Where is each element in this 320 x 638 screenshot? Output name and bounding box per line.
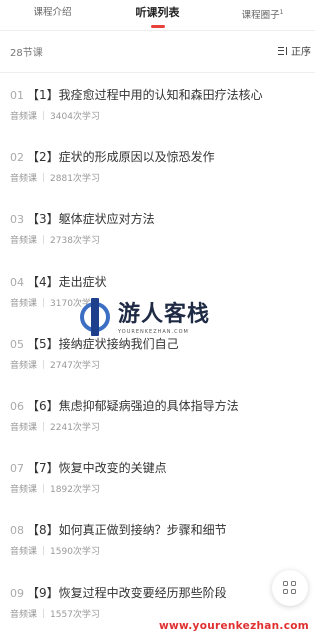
divider <box>43 359 45 369</box>
lesson-title: 03 【3】躯体症状应对方法 <box>10 210 155 227</box>
lesson-number: 08 <box>10 524 24 538</box>
tab-badge: 1 <box>279 8 284 16</box>
lesson-type: 音频课 <box>10 360 38 371</box>
tab-lesson-list[interactable]: 听课列表 <box>105 0 210 31</box>
lesson-type: 音频课 <box>10 547 38 558</box>
divider <box>43 173 45 183</box>
lesson-number: 07 <box>10 462 24 476</box>
lesson-title-text: 【7】恢复中改变的关键点 <box>27 461 167 476</box>
lesson-title: 01 【1】我痊愈过程中用的认知和森田疗法核心 <box>10 86 263 103</box>
lesson-number: 05 <box>10 337 24 351</box>
tab-course-intro[interactable]: 课程介绍 <box>0 0 105 31</box>
divider <box>43 546 45 556</box>
active-tab-indicator <box>150 24 165 28</box>
lesson-title-text: 【8】如何真正做到接纳？步骤和细节 <box>27 523 227 538</box>
divider <box>43 484 45 494</box>
tab-label: 课程介绍 <box>33 6 72 18</box>
lesson-type: 音频课 <box>10 174 38 185</box>
lesson-title-text: 【3】躯体症状应对方法 <box>27 212 155 227</box>
lesson-number: 04 <box>10 275 24 289</box>
watermark-title: 游人客栈 <box>118 301 211 327</box>
watermark-logo: 游人客栈 YOURENKEZHAN.COM <box>80 294 240 342</box>
lesson-title: 08 【8】如何真正做到接纳？步骤和细节 <box>10 521 227 538</box>
tab-bar: 课程介绍 听课列表 课程圈子1 <box>0 0 315 31</box>
lesson-plays: 2881次学习 <box>50 174 100 185</box>
lesson-plays: 1892次学习 <box>50 485 100 496</box>
sort-icon <box>278 46 289 56</box>
lesson-type: 音频课 <box>10 236 38 247</box>
lesson-plays: 3404次学习 <box>50 112 100 122</box>
lesson-title-text: 【4】走出症状 <box>27 274 107 289</box>
grid-icon <box>283 581 288 586</box>
lesson-meta: 音频课 2747次学习 <box>10 358 100 371</box>
lesson-count: 28节课 <box>10 48 43 59</box>
tab-course-circle[interactable]: 课程圈子1 <box>210 0 315 31</box>
lesson-item[interactable]: 03 【3】躯体症状应对方法 音频课 2738次学习 <box>0 197 315 259</box>
lesson-item[interactable]: 07 【7】恢复中改变的关键点 音频课 1892次学习 <box>0 446 315 508</box>
lesson-meta: 音频课 3404次学习 <box>10 109 100 122</box>
lesson-number: 03 <box>10 213 24 227</box>
divider <box>43 235 45 245</box>
tab-label: 课程圈子 <box>241 9 280 21</box>
lesson-plays: 2738次学习 <box>50 236 100 247</box>
course-page: 课程介绍 听课列表 课程圈子1 28节课 正序 01 【1】我痊愈过程中用的认知和… <box>0 0 315 638</box>
lesson-item[interactable]: 01 【1】我痊愈过程中用的认知和森田疗法核心 音频课 3404次学习 <box>0 73 315 135</box>
lesson-meta: 音频课 2241次学习 <box>10 420 100 433</box>
lesson-title: 04 【4】走出症状 <box>10 273 107 290</box>
lesson-item[interactable]: 08 【8】如何真正做到接纳？步骤和细节 音频课 1590次学习 <box>0 508 315 570</box>
lesson-meta: 音频课 1892次学习 <box>10 482 100 495</box>
lesson-number: 06 <box>10 399 24 413</box>
lesson-plays: 1557次学习 <box>50 609 100 620</box>
list-header: 28节课 正序 <box>0 31 315 73</box>
lesson-title-text: 【6】焦虑抑郁疑病强迫的具体指导方法 <box>27 398 239 413</box>
lesson-title: 06 【6】焦虑抑郁疑病强迫的具体指导方法 <box>10 397 239 414</box>
lesson-title-text: 【9】恢复过程中改变要经历那些阶段 <box>27 585 227 600</box>
lesson-number: 09 <box>10 586 24 600</box>
floating-menu-button[interactable] <box>272 570 308 606</box>
lesson-title-text: 【2】症状的形成原因以及惊恐发作 <box>27 150 215 165</box>
lesson-plays: 2747次学习 <box>50 360 100 371</box>
lesson-title: 07 【7】恢复中改变的关键点 <box>10 459 167 476</box>
tab-label: 听课列表 <box>135 5 180 19</box>
lesson-number: 02 <box>10 151 24 165</box>
lesson-plays: 1590次学习 <box>50 547 100 558</box>
watermark-subtitle: YOURENKEZHAN.COM <box>118 329 189 335</box>
lesson-type: 音频课 <box>10 609 38 620</box>
lesson-type: 音频课 <box>10 112 38 122</box>
lesson-number: 01 <box>10 89 24 102</box>
watermark-url: www.yourenkezhan.com <box>158 620 309 632</box>
lesson-plays: 2241次学习 <box>50 422 100 433</box>
lesson-title: 02 【2】症状的形成原因以及惊恐发作 <box>10 148 215 165</box>
lesson-list: 01 【1】我痊愈过程中用的认知和森田疗法核心 音频课 3404次学习 02 【2】症… <box>0 73 315 633</box>
divider <box>43 421 45 431</box>
sort-button[interactable]: 正序 <box>278 43 311 58</box>
watermark-emblem <box>80 296 110 340</box>
lesson-title: 09 【9】恢复过程中改变要经历那些阶段 <box>10 584 227 601</box>
lesson-type: 音频课 <box>10 298 38 309</box>
lesson-meta: 音频课 2881次学习 <box>10 171 100 184</box>
lesson-item[interactable]: 06 【6】焦虑抑郁疑病强迫的具体指导方法 音频课 2241次学习 <box>0 384 315 446</box>
lesson-type: 音频课 <box>10 422 38 433</box>
lesson-meta: 音频课 1590次学习 <box>10 544 100 557</box>
divider <box>43 297 45 307</box>
lesson-title-text: 【1】我痊愈过程中用的认知和森田疗法核心 <box>27 88 263 102</box>
divider <box>43 111 45 120</box>
divider <box>43 608 45 618</box>
lesson-meta: 音频课 2738次学习 <box>10 233 100 246</box>
lesson-item[interactable]: 02 【2】症状的形成原因以及惊恐发作 音频课 2881次学习 <box>0 135 315 197</box>
lesson-meta: 音频课 1557次学习 <box>10 607 100 620</box>
sort-label: 正序 <box>291 47 311 58</box>
lesson-type: 音频课 <box>10 485 38 496</box>
